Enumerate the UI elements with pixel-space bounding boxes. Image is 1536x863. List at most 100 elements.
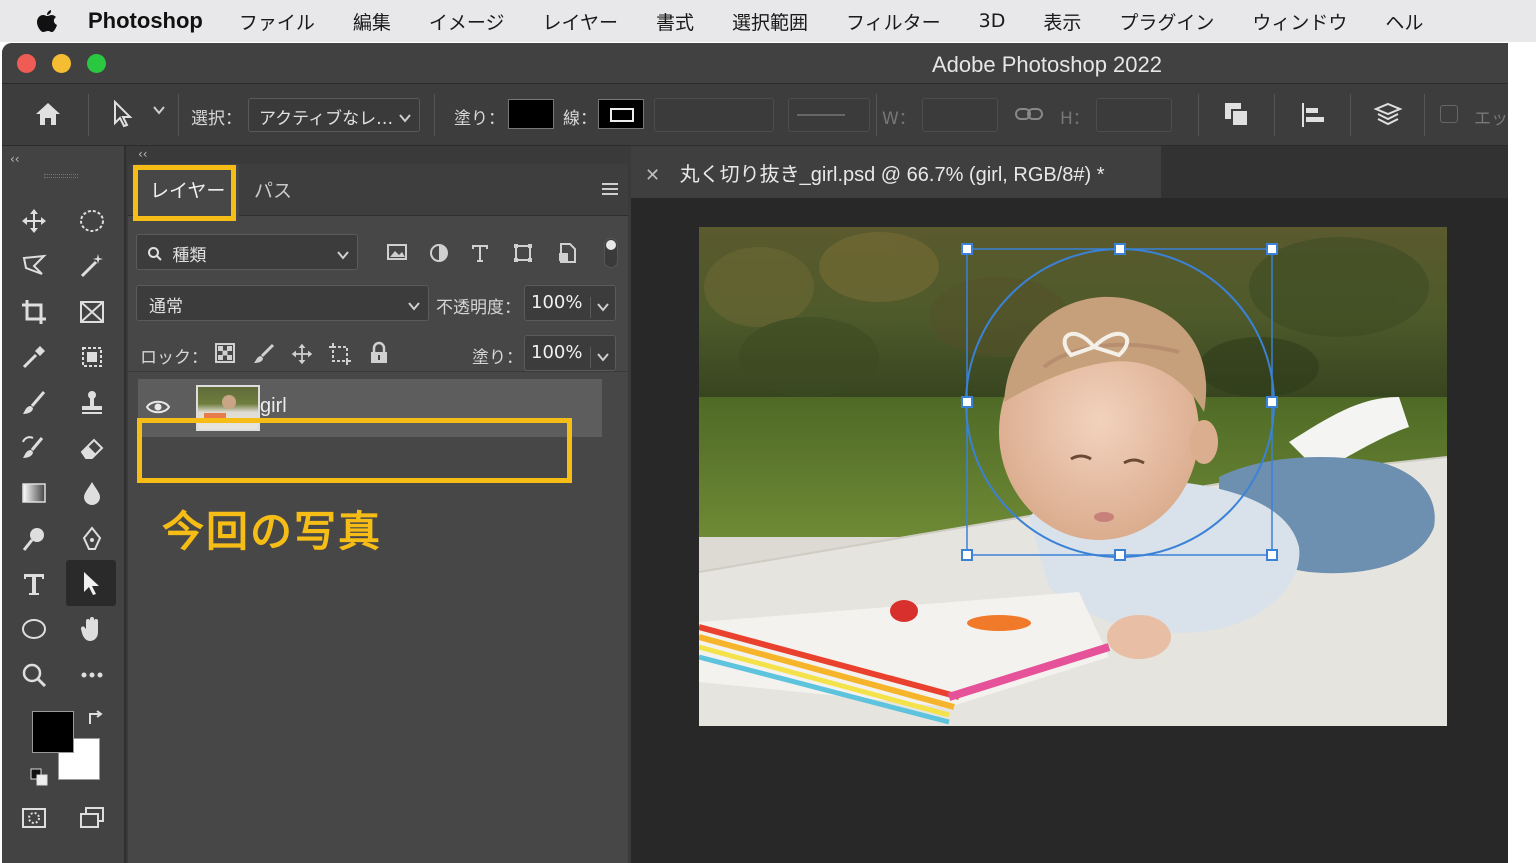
transform-handle-top[interactable]	[1114, 243, 1126, 255]
panel-menu-icon[interactable]	[600, 181, 620, 201]
brush-tool-icon[interactable]	[14, 383, 54, 423]
shape-layer-filter-icon[interactable]	[512, 242, 534, 268]
chevron-down-icon	[337, 246, 349, 266]
lasso-tool-icon[interactable]	[14, 246, 54, 286]
swap-colors-icon[interactable]	[86, 708, 106, 732]
blur-tool-icon[interactable]	[72, 473, 112, 513]
magic-wand-tool-icon[interactable]	[72, 246, 112, 286]
close-window-button[interactable]	[17, 54, 36, 73]
chevron-down-icon[interactable]	[590, 347, 609, 368]
stroke-style-dropdown[interactable]	[788, 98, 870, 132]
lock-image-pixels-icon[interactable]	[252, 342, 276, 370]
separator	[88, 94, 89, 136]
menu-help[interactable]: ヘル	[1385, 8, 1423, 35]
stroke-width-field[interactable]	[654, 98, 774, 132]
menu-3d[interactable]: 3D	[979, 10, 1006, 32]
menu-window[interactable]: ウィンドウ	[1252, 8, 1347, 35]
chevron-down-icon[interactable]	[590, 297, 609, 318]
minimize-window-button[interactable]	[52, 54, 71, 73]
document-tab[interactable]: ✕ 丸く切り抜き_girl.psd @ 66.7% (girl, RGB/8#)…	[631, 146, 1161, 198]
transform-handle-bottom[interactable]	[1114, 549, 1126, 561]
collapse-toolbar-icon[interactable]: ‹‹	[10, 152, 20, 166]
eyedropper-tool-icon[interactable]	[14, 337, 54, 377]
pen-tool-icon[interactable]	[72, 519, 112, 559]
transform-handle-left[interactable]	[961, 396, 973, 408]
transform-handle-right[interactable]	[1266, 396, 1278, 408]
menu-file[interactable]: ファイル	[239, 8, 315, 35]
select-dropdown[interactable]: アクティブなレ…	[248, 98, 420, 132]
lock-transparent-pixels-icon[interactable]	[214, 342, 236, 368]
close-tab-icon[interactable]: ✕	[645, 165, 660, 185]
hand-tool-icon[interactable]	[72, 609, 112, 649]
transform-handle-top-right[interactable]	[1266, 243, 1278, 255]
lock-artboard-icon[interactable]	[328, 342, 352, 370]
history-brush-tool-icon[interactable]	[14, 428, 54, 468]
app-menu[interactable]: Photoshop	[88, 8, 203, 34]
foreground-color-swatch[interactable]	[32, 711, 74, 753]
pixel-layer-filter-icon[interactable]	[386, 242, 408, 266]
zoom-tool-icon[interactable]	[14, 655, 54, 695]
menu-plugins[interactable]: プラグイン	[1119, 8, 1214, 35]
menu-edit[interactable]: 編集	[353, 8, 391, 35]
adjustment-layer-filter-icon[interactable]	[428, 242, 450, 268]
blend-mode-dropdown[interactable]: 通常	[136, 285, 429, 321]
eraser-tool-icon[interactable]	[72, 428, 112, 468]
direct-selection-tool-icon[interactable]	[66, 560, 116, 606]
object-selection-tool-icon[interactable]	[72, 337, 112, 377]
tab-paths[interactable]: パス	[240, 164, 306, 216]
opacity-field[interactable]: 100%	[524, 285, 616, 321]
collapse-panel-icon[interactable]: ‹‹	[138, 147, 148, 161]
separator	[1198, 94, 1199, 136]
layer-filter-dropdown[interactable]: 種類	[136, 234, 358, 270]
stroke-color-swatch[interactable]	[598, 99, 644, 129]
eye-visibility-icon[interactable]	[145, 399, 171, 419]
align-edges-checkbox[interactable]	[1440, 105, 1458, 123]
menu-filter[interactable]: フィルター	[846, 8, 941, 35]
menu-layer[interactable]: レイヤー	[543, 8, 618, 35]
toolbar-grip[interactable]	[44, 174, 78, 178]
width-field[interactable]	[922, 98, 998, 132]
frame-tool-icon[interactable]	[72, 292, 112, 332]
fill-color-swatch[interactable]	[508, 99, 554, 129]
more-tools-icon[interactable]	[72, 655, 112, 695]
quick-mask-icon[interactable]	[14, 798, 54, 838]
menu-select[interactable]: 選択範囲	[732, 8, 808, 35]
filter-toggle-switch[interactable]	[604, 238, 618, 268]
smart-object-filter-icon[interactable]	[556, 242, 578, 268]
zoom-window-button[interactable]	[87, 54, 106, 73]
home-icon[interactable]	[32, 98, 64, 135]
chevron-down-icon[interactable]	[152, 102, 166, 122]
dodge-tool-icon[interactable]	[14, 519, 54, 559]
menu-image[interactable]: イメージ	[429, 8, 505, 35]
transform-handle-top-left[interactable]	[961, 243, 973, 255]
height-field[interactable]	[1096, 98, 1172, 132]
move-tool-icon[interactable]	[14, 201, 54, 241]
default-colors-icon[interactable]	[30, 768, 48, 790]
menu-view[interactable]: 表示	[1043, 8, 1081, 35]
gradient-tool-icon[interactable]	[14, 473, 54, 513]
crop-tool-icon[interactable]	[14, 292, 54, 332]
path-alignment-icon[interactable]	[1298, 100, 1328, 135]
clone-stamp-tool-icon[interactable]	[72, 383, 112, 423]
transform-handle-bottom-right[interactable]	[1266, 549, 1278, 561]
fill-field[interactable]: 100%	[524, 335, 616, 371]
image-canvas[interactable]	[699, 227, 1447, 726]
path-selection-tool-icon[interactable]	[110, 99, 136, 134]
path-operations-icon[interactable]	[1222, 100, 1252, 135]
lock-all-icon[interactable]	[368, 341, 390, 369]
apple-logo-icon[interactable]	[34, 8, 60, 34]
separator	[178, 94, 179, 136]
lock-position-icon[interactable]	[290, 342, 314, 370]
type-layer-filter-icon[interactable]	[470, 242, 490, 268]
link-icon[interactable]	[1014, 104, 1044, 129]
transform-handle-bottom-left[interactable]	[961, 549, 973, 561]
type-tool-icon[interactable]	[14, 564, 54, 604]
tools-panel: ‹‹	[2, 146, 126, 863]
layer-name[interactable]: girl	[260, 395, 287, 418]
layer-row-highlight	[137, 418, 572, 483]
screen-mode-icon[interactable]	[72, 798, 112, 838]
elliptical-marquee-tool-icon[interactable]	[72, 201, 112, 241]
path-arrangement-icon[interactable]	[1372, 98, 1404, 135]
ellipse-tool-icon[interactable]	[14, 609, 54, 649]
menu-type[interactable]: 書式	[656, 8, 694, 35]
